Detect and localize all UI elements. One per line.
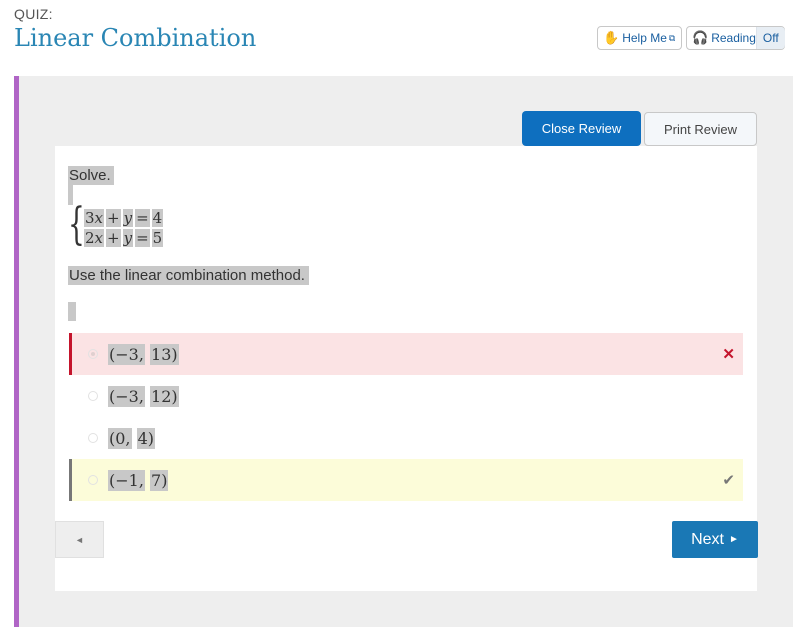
reading-state: Off (755, 27, 785, 49)
eq2-var1: x (94, 229, 104, 247)
answer-choice-3[interactable]: (0, 4) (69, 417, 743, 459)
eq1-coef: 3 (85, 209, 95, 227)
external-window-icon: ⧉ (668, 32, 676, 43)
incorrect-x-icon: ✕ (722, 346, 735, 363)
hand-icon: ✋ (603, 30, 620, 45)
correct-check-icon: ✔ (722, 472, 735, 489)
eq1-equals: = (135, 209, 150, 227)
eq2-equals: = (135, 229, 150, 247)
next-button[interactable]: Next ► (672, 521, 758, 558)
choice-text: (−3, 13) (108, 343, 179, 365)
choice-text: (−3, 12) (108, 385, 179, 407)
quiz-label: QUIZ: (14, 6, 53, 22)
eq1-rhs: 4 (151, 209, 164, 227)
eq1-op: + (106, 209, 121, 227)
help-me-button[interactable]: ✋ Help Me ⧉ (597, 26, 682, 50)
answer-choice-2[interactable]: (−3, 12) (69, 375, 743, 417)
eq2-rhs: 5 (151, 229, 164, 247)
reading-label: Reading (711, 31, 756, 45)
question-instruction: Use the linear combination method. (68, 266, 309, 285)
eq1-var1: x (94, 209, 104, 227)
eq2-coef: 2 (85, 229, 95, 247)
right-triangle-icon: ► (729, 534, 739, 545)
radio-button[interactable] (88, 391, 98, 401)
left-brace: { (68, 199, 85, 250)
answer-choice-1[interactable]: (−3, 13) ✕ (69, 333, 743, 375)
eq2-var2: y (123, 229, 133, 247)
radio-button[interactable] (88, 433, 98, 443)
page-title: Linear Combination (14, 24, 257, 52)
question-prompt: Solve. (68, 166, 114, 185)
highlight-stub (68, 302, 76, 321)
help-me-label: Help Me (622, 31, 667, 45)
eq2-op: + (106, 229, 121, 247)
print-review-button[interactable]: Print Review (644, 112, 757, 146)
equation-2: 2x + y = 5 (84, 229, 165, 247)
close-review-button[interactable]: Close Review (522, 111, 641, 146)
headphones-icon: 🎧 (692, 30, 709, 45)
eq1-var2: y (123, 209, 133, 227)
left-triangle-icon: ◄ (75, 534, 84, 545)
choice-text: (0, 4) (108, 427, 156, 449)
radio-button[interactable] (88, 349, 98, 359)
answer-choice-4[interactable]: (−1, 7) ✔ (69, 459, 743, 501)
equation-system: { 3x + y = 4 2x + y = 5 (68, 199, 165, 252)
previous-button[interactable]: ◄ (55, 521, 104, 558)
radio-button[interactable] (88, 475, 98, 485)
next-label: Next (691, 530, 724, 548)
choice-text: (−1, 7) (108, 469, 169, 491)
reading-toggle-button[interactable]: 🎧 Reading Off (686, 26, 785, 50)
equation-1: 3x + y = 4 (84, 209, 165, 227)
